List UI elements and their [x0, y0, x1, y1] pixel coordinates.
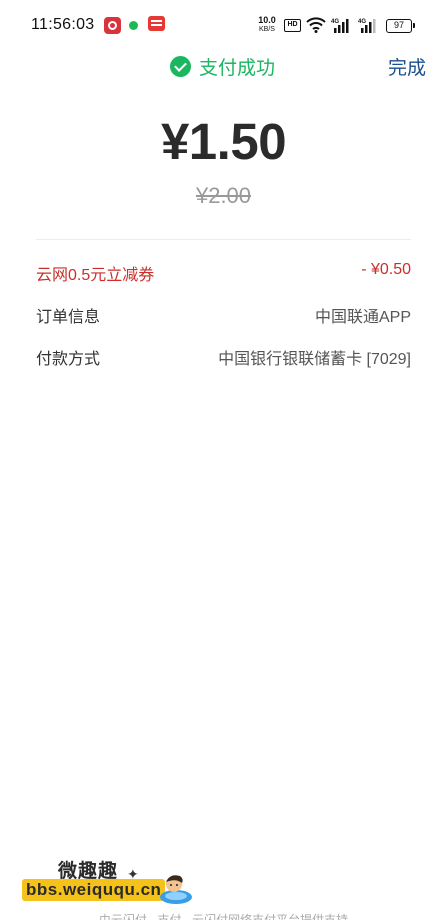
svg-text:4G: 4G [358, 19, 366, 25]
discount-label: 云网0.5元立减券 [36, 267, 155, 284]
payment-method-row: 付款方式 中国银行银联储蓄卡 [7029] [36, 345, 411, 369]
footer-note: 由云闪付 · 支付 · 云闪付网络支付平台提供支持 [98, 913, 349, 920]
success-title: 支付成功 [199, 58, 276, 79]
discount-value: - ¥0.50 [361, 261, 411, 278]
signal-4g-icon: 4G [331, 19, 349, 33]
battery-icon: 97 [386, 19, 415, 33]
discount-row: 云网0.5元立减券 - ¥0.50 [36, 261, 411, 285]
network-speed: 10.0 KB/S [256, 16, 278, 34]
hd-icon: HD [284, 19, 301, 32]
status-bar: 11:56:03 10.0 KB/S HD 4G 4G 97 [0, 0, 447, 52]
notification-dot-icon [129, 21, 138, 30]
signal-4g-icon-2: 4G [358, 19, 376, 33]
result-header: 支付成功 完成 [0, 50, 447, 82]
order-info-row: 订单信息 中国联通APP [36, 303, 411, 327]
watermark-mascot-icon [160, 875, 192, 904]
status-time: 11:56:03 [31, 16, 95, 33]
wifi-icon [306, 17, 326, 33]
paid-amount: ¥1.50 [160, 113, 287, 170]
order-info-value: 中国联通APP [314, 309, 411, 326]
network-speed-value: 10.0 [258, 15, 276, 25]
notification-message-icon [148, 16, 165, 31]
notification-app-icon [104, 17, 121, 34]
payment-method-value: 中国银行银联储蓄卡 [7029] [218, 351, 411, 368]
network-speed-unit: KB/S [259, 26, 275, 33]
watermark-url: bbs.weiququ.cn [22, 879, 166, 901]
original-amount: ¥2.00 [195, 183, 252, 208]
success-status: 支付成功 [170, 53, 275, 80]
svg-text:4G: 4G [331, 19, 339, 25]
done-button[interactable]: 完成 [388, 53, 426, 80]
payment-method-label: 付款方式 [36, 351, 101, 368]
check-circle-icon [170, 56, 191, 77]
order-info-label: 订单信息 [36, 309, 101, 326]
divider [36, 239, 411, 240]
